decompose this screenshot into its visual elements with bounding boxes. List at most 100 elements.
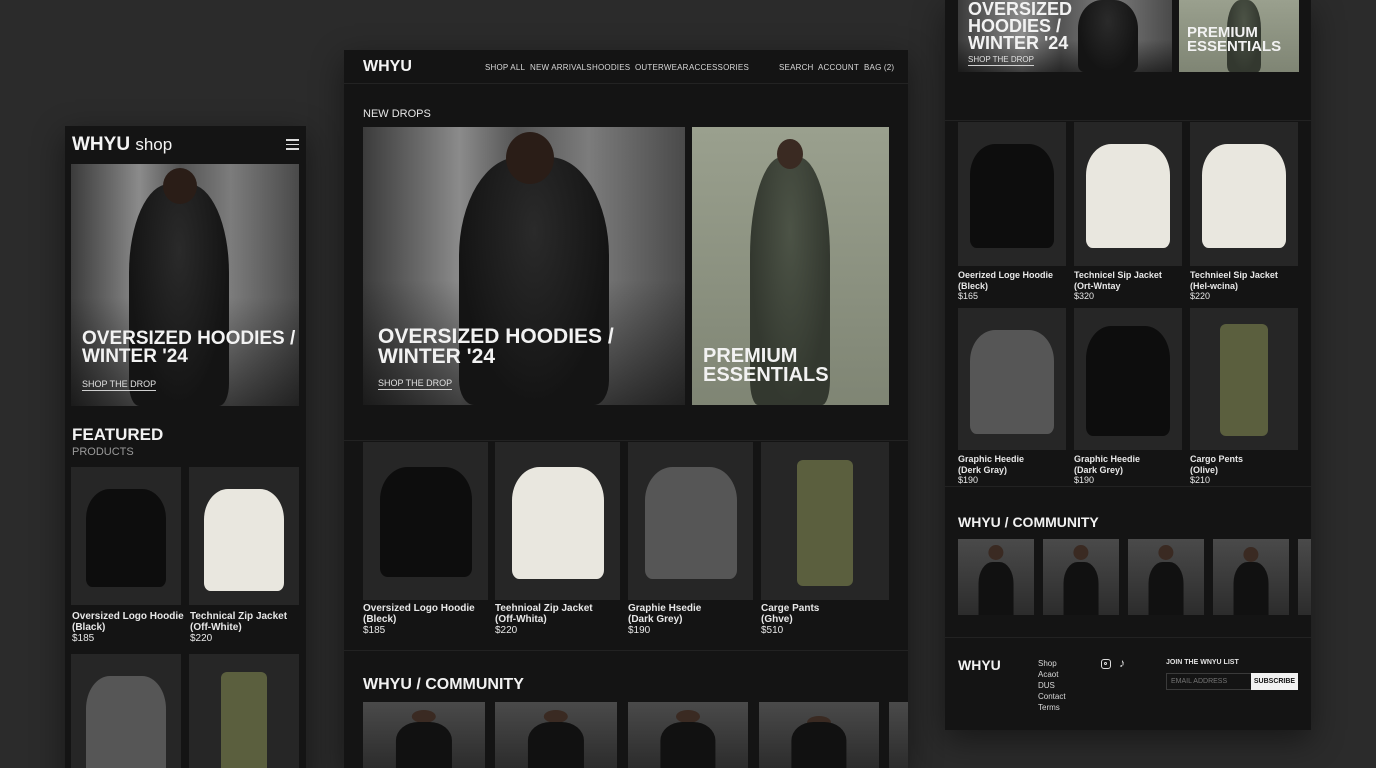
- product-card-image[interactable]: [71, 654, 181, 768]
- featured-subtitle: PRODUCTS: [72, 446, 134, 458]
- community-photo[interactable]: [495, 702, 617, 768]
- product-card-info[interactable]: Graphie Hsedie (Dark Grey) $190: [628, 603, 701, 636]
- community-photo[interactable]: [1128, 539, 1204, 615]
- divider: [344, 440, 908, 441]
- product-card-image[interactable]: [628, 442, 753, 600]
- premium-essentials-image[interactable]: PREMIUM ESSENTIALS: [692, 127, 889, 405]
- product-card-info[interactable]: Oeerized Loge Hoodie (Bleck) $165: [958, 270, 1053, 302]
- footer-link-dus[interactable]: DUS: [1038, 680, 1066, 691]
- hamburger-menu-icon[interactable]: [286, 139, 299, 150]
- product-card-image[interactable]: [1190, 122, 1298, 266]
- graphic-hoodie-image: [1086, 326, 1170, 436]
- right-hero-image[interactable]: OVERSIZED HOODIES / WINTER '24 SHOP THE …: [958, 0, 1172, 72]
- product-price: $185: [72, 633, 95, 644]
- product-card-image[interactable]: [189, 654, 299, 768]
- nav-search[interactable]: SEARCH: [779, 63, 814, 72]
- product-card-info[interactable]: Carge Pants (Ghve) $510: [761, 603, 819, 636]
- product-card-image[interactable]: [1190, 308, 1298, 450]
- product-variant: (Dark Grey): [628, 614, 683, 625]
- product-variant: (Ghve): [761, 614, 793, 625]
- premium-essentials-title: PREMIUM ESSENTIALS: [703, 346, 829, 385]
- desktop-hero-image[interactable]: OVERSIZED HOODIES / WINTER '24 SHOP THE …: [363, 127, 685, 405]
- mobile-logo[interactable]: WHYU shop: [72, 134, 172, 156]
- instagram-icon[interactable]: [1101, 659, 1111, 669]
- product-card-image[interactable]: [1074, 122, 1182, 266]
- product-card-image[interactable]: [495, 442, 620, 600]
- nav-account[interactable]: ACCOUNT: [818, 63, 859, 72]
- product-card-image[interactable]: [761, 442, 889, 600]
- newsletter-title: JOIN THE WNYU LIST: [1166, 659, 1239, 666]
- footer-link-about[interactable]: Acaot: [1038, 669, 1066, 680]
- right-premium-image[interactable]: PREMIUM ESSENTIALS: [1179, 0, 1299, 72]
- subscribe-button[interactable]: SUBSCRIBE: [1251, 673, 1298, 690]
- hoodie-black-image: [379, 467, 472, 577]
- product-variant: (Olive): [1190, 464, 1219, 475]
- mobile-hero-title-line2: WINTER '24: [82, 346, 188, 368]
- hoodie-gray-image: [644, 467, 737, 579]
- featured-title: FEATURED: [72, 425, 164, 444]
- model-head: [777, 139, 803, 169]
- nav-shop-all[interactable]: SHOP ALL: [485, 63, 525, 72]
- product-price: $190: [1074, 475, 1095, 485]
- product-card-info[interactable]: Teehnioal Zip Jacket (Off-Whita) $220: [495, 603, 593, 636]
- product-card-info[interactable]: Cargo Pents (Olive) $210: [1190, 454, 1243, 486]
- jacket-white-image: [511, 467, 604, 579]
- mobile-hero-image[interactable]: OVERSIZED HOODIES / WINTER '24 SHOP THE …: [71, 164, 299, 406]
- nav-new-arrivals[interactable]: NEW ARRIVALS: [530, 63, 592, 72]
- divider: [945, 120, 1311, 121]
- community-photo[interactable]: [759, 702, 879, 768]
- nav-outerwear[interactable]: OUTERWEAR: [635, 63, 689, 72]
- footer-link-terms[interactable]: Terms: [1038, 702, 1066, 713]
- tiktok-icon[interactable]: ♪: [1119, 656, 1125, 670]
- mobile-screen: WHYU shop OVERSIZED HOODIES / WINTER '24…: [65, 126, 306, 768]
- product-card-image[interactable]: [1074, 308, 1182, 450]
- footer-logo[interactable]: WHYU: [958, 657, 1001, 673]
- product-name: Oeerized Loge Hoodie: [958, 270, 1054, 280]
- product-card-info[interactable]: Technicel Sip Jacket (Ort-Wntay $320: [1074, 270, 1162, 302]
- jacket-white-image: [204, 489, 284, 591]
- product-card-image[interactable]: [363, 442, 488, 600]
- product-card-image[interactable]: [71, 467, 181, 605]
- product-card-info[interactable]: Oversized Logo Hoodie (Bleck) $185: [363, 603, 475, 636]
- nav-accessories[interactable]: ACCESSORIES: [689, 63, 749, 72]
- product-name: Cargo Pents: [1190, 454, 1244, 464]
- mobile-hero-title: OVERSIZED HOODIES / WINTER '24: [82, 329, 295, 368]
- hoodie-gray-image: [970, 330, 1054, 434]
- product-variant: (Derk Gray): [958, 464, 1008, 475]
- product-price: $320: [1074, 291, 1095, 301]
- community-photo[interactable]: [1043, 539, 1119, 615]
- nav-hoodies[interactable]: HOODIES: [592, 63, 630, 72]
- product-variant: (Dark Grey): [1074, 464, 1124, 475]
- community-photo[interactable]: [363, 702, 485, 768]
- community-photo[interactable]: [958, 539, 1034, 615]
- product-card-info[interactable]: Technical Zip Jacket (Off-White) $220: [190, 611, 287, 644]
- product-name: Technieel Sip Jacket: [1190, 270, 1278, 280]
- product-card-image[interactable]: [958, 308, 1066, 450]
- product-card-image[interactable]: [189, 467, 299, 605]
- nav-bag[interactable]: BAG (2): [864, 63, 894, 72]
- product-price: $220: [190, 633, 213, 644]
- footer-link-contact[interactable]: Contact: [1038, 691, 1066, 702]
- product-card-info[interactable]: Technieel Sip Jacket (Hel-wcina) $220: [1190, 270, 1278, 302]
- product-price: $220: [495, 625, 518, 636]
- product-variant: (Bleck): [958, 280, 989, 291]
- community-photo[interactable]: [1298, 539, 1311, 615]
- footer-link-shop[interactable]: Shop: [1038, 658, 1066, 669]
- right-hero-title-line3: WINTER '24: [968, 33, 1069, 54]
- community-photo[interactable]: [889, 702, 908, 768]
- product-card-info[interactable]: Oversized Logo Hoodie (Black) $185: [72, 611, 184, 644]
- email-input[interactable]: [1166, 673, 1252, 690]
- community-photo[interactable]: [1213, 539, 1289, 615]
- community-photo[interactable]: [628, 702, 748, 768]
- right-shop-the-drop-link[interactable]: SHOP THE DROP: [968, 55, 1034, 66]
- product-card-info[interactable]: Graphic Heedie (Dark Grey) $190: [1074, 454, 1140, 486]
- model-head: [163, 168, 197, 204]
- product-card-info[interactable]: Graphic Heedie (Derk Gray) $190: [958, 454, 1024, 486]
- mobile-shop-the-drop-link[interactable]: SHOP THE DROP: [82, 379, 157, 391]
- desktop-shop-the-drop-link[interactable]: SHOP THE DROP: [378, 378, 453, 390]
- product-card-image[interactable]: [958, 122, 1066, 266]
- product-name: Teehnioal Zip Jacket: [495, 603, 593, 614]
- cargo-pants-image: [221, 672, 267, 768]
- jacket-white-image: [1086, 144, 1170, 248]
- desktop-logo[interactable]: WHYU: [363, 58, 412, 76]
